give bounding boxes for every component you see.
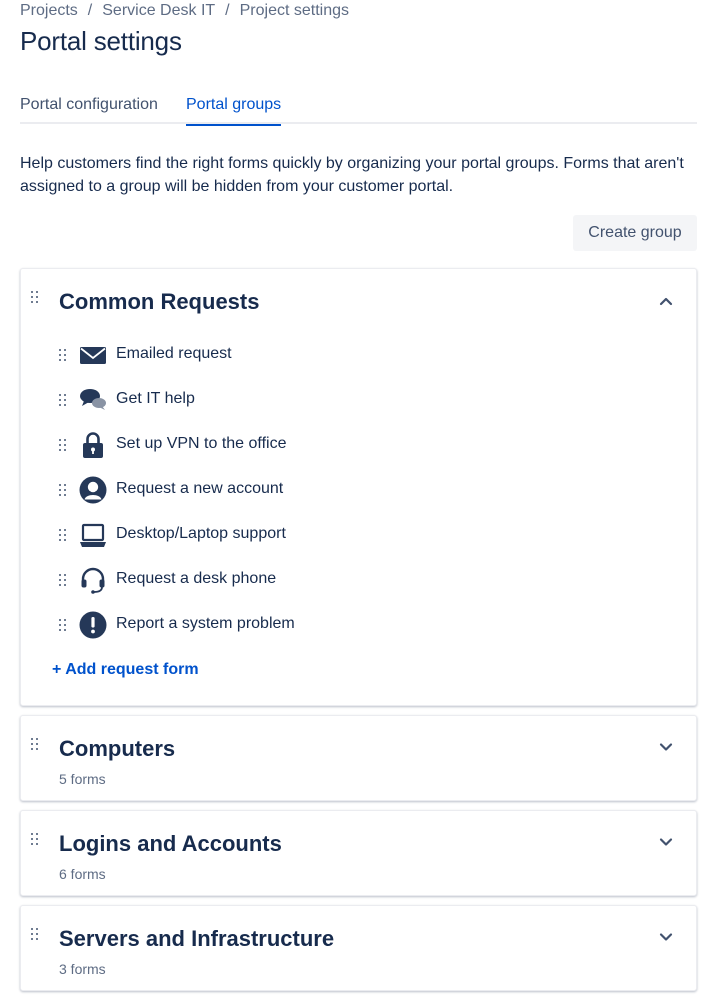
drag-handle-icon[interactable] — [59, 619, 67, 631]
drag-handle-icon[interactable] — [59, 439, 67, 451]
form-count: 6 forms — [59, 866, 106, 882]
add-request-form-link[interactable]: + Add request form — [52, 661, 199, 679]
drag-handle-icon[interactable] — [59, 529, 67, 541]
drag-handle-icon[interactable] — [31, 928, 39, 940]
tab-portal-groups[interactable]: Portal groups — [186, 96, 282, 126]
envelope-icon — [80, 347, 106, 364]
drag-handle-icon[interactable] — [31, 833, 39, 845]
drag-handle-icon[interactable] — [31, 291, 39, 303]
drag-handle-icon[interactable] — [31, 738, 39, 750]
page-title: Portal settings — [20, 26, 182, 56]
request-form-label: Request a new account — [116, 480, 284, 497]
group-title: Logins and Accounts — [59, 831, 282, 856]
breadcrumb: Projects / Service Desk IT / Project set… — [20, 2, 349, 20]
laptop-icon — [80, 523, 106, 547]
group-title: Computers — [59, 736, 176, 761]
chevron-up-icon[interactable] — [658, 293, 674, 309]
group-title: Servers and Infrastructure — [59, 926, 335, 951]
list-item[interactable]: Desktop/Laptop support — [21, 517, 698, 562]
list-item[interactable]: Request a desk phone — [21, 562, 698, 607]
person-icon — [79, 476, 107, 504]
drag-handle-icon[interactable] — [59, 574, 67, 586]
breadcrumb-service-desk-it[interactable]: Service Desk IT — [102, 2, 215, 20]
exclamation-icon — [79, 611, 107, 639]
portal-group-common-requests: Common Requests Emailed request Get IT h — [20, 268, 697, 706]
group-title: Common Requests — [59, 289, 260, 314]
chat-bubbles-icon — [80, 389, 106, 410]
breadcrumb-projects[interactable]: Projects — [20, 2, 78, 20]
request-form-label: Desktop/Laptop support — [116, 525, 286, 542]
list-item[interactable]: Set up VPN to the office — [21, 427, 698, 472]
breadcrumb-separator: / — [87, 2, 93, 19]
request-form-label: Emailed request — [116, 345, 232, 362]
create-group-button[interactable]: Create group — [573, 215, 697, 251]
form-count: 5 forms — [59, 771, 106, 787]
request-form-label: Report a system problem — [116, 615, 295, 632]
list-item[interactable]: Get IT help — [21, 382, 698, 427]
headset-icon — [81, 567, 105, 594]
portal-group-servers-and-infrastructure[interactable]: Servers and Infrastructure 3 forms — [20, 905, 697, 991]
request-form-label: Set up VPN to the office — [116, 435, 287, 452]
list-item[interactable]: Request a new account — [21, 472, 698, 517]
portal-group-computers[interactable]: Computers 5 forms — [20, 715, 697, 801]
chevron-down-icon[interactable] — [658, 929, 674, 945]
drag-handle-icon[interactable] — [59, 394, 67, 406]
tab-bar: Portal configuration Portal groups — [20, 96, 697, 126]
chevron-down-icon[interactable] — [658, 739, 674, 755]
breadcrumb-project-settings[interactable]: Project settings — [240, 2, 349, 20]
request-form-label: Request a desk phone — [116, 570, 277, 587]
padlock-icon — [83, 432, 103, 458]
page-description: Help customers find the right forms quic… — [20, 155, 684, 195]
chevron-down-icon[interactable] — [658, 834, 674, 850]
breadcrumb-separator: / — [225, 2, 230, 19]
form-count: 3 forms — [59, 961, 106, 977]
tab-portal-configuration[interactable]: Portal configuration — [20, 96, 158, 124]
drag-handle-icon[interactable] — [59, 349, 67, 361]
portal-group-logins-and-accounts[interactable]: Logins and Accounts 6 forms — [20, 810, 697, 896]
request-form-label: Get IT help — [116, 390, 195, 407]
list-item[interactable]: Report a system problem — [21, 607, 698, 652]
list-item[interactable]: Emailed request — [21, 337, 698, 382]
drag-handle-icon[interactable] — [59, 484, 67, 496]
